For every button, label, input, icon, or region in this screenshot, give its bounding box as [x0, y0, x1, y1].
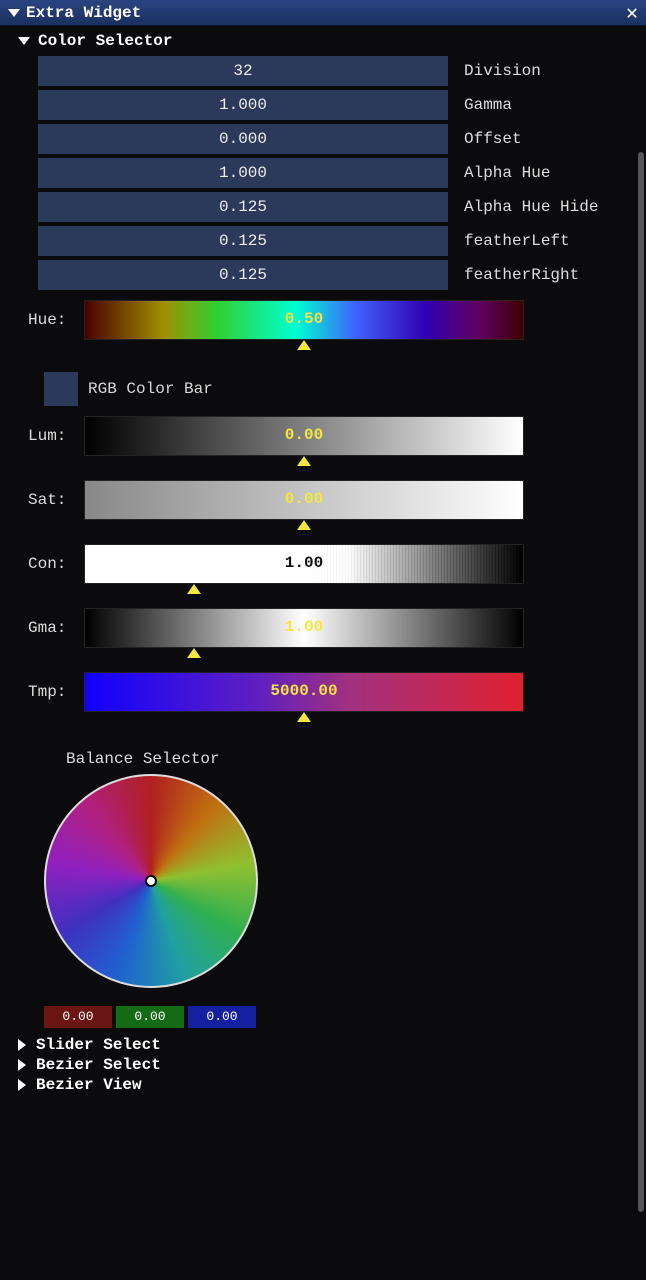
sat-label: Sat: [28, 491, 84, 509]
section-label: Color Selector [38, 32, 172, 50]
tmp-label: Tmp: [28, 683, 84, 701]
numeric-field-1[interactable]: 1.000 [38, 90, 448, 120]
lum-value: 0.00 [85, 426, 523, 444]
chevron-down-icon [18, 37, 30, 45]
section-collapsed-0[interactable]: Slider Select [18, 1036, 636, 1054]
balance-g[interactable]: 0.00 [116, 1006, 184, 1028]
numeric-field-6[interactable]: 0.125 [38, 260, 448, 290]
balance-b[interactable]: 0.00 [188, 1006, 256, 1028]
numeric-field-2[interactable]: 0.000 [38, 124, 448, 154]
scroll-thumb[interactable] [638, 152, 644, 1212]
collapse-icon[interactable] [8, 9, 20, 17]
balance-header: Balance Selector [66, 750, 636, 768]
section-label: Slider Select [36, 1036, 161, 1054]
tmp-slider[interactable]: 5000.00 [84, 672, 524, 712]
numeric-field-3[interactable]: 1.000 [38, 158, 448, 188]
numeric-field-4[interactable]: 0.125 [38, 192, 448, 222]
window-title: Extra Widget [26, 4, 626, 22]
balance-wheel[interactable] [44, 774, 258, 988]
tmp-marker[interactable] [297, 712, 311, 722]
lum-slider[interactable]: 0.00 [84, 416, 524, 456]
section-label: Bezier Select [36, 1056, 161, 1074]
sat-slider[interactable]: 0.00 [84, 480, 524, 520]
numeric-field-0[interactable]: 32 [38, 56, 448, 86]
lum-marker[interactable] [297, 456, 311, 466]
rgb-swatch[interactable] [44, 372, 78, 406]
numeric-label-3: Alpha Hue [464, 164, 550, 182]
chevron-right-icon [18, 1079, 26, 1091]
numeric-label-4: Alpha Hue Hide [464, 198, 598, 216]
scrollbar[interactable] [636, 32, 644, 1232]
con-slider[interactable]: 1.00 [84, 544, 524, 584]
numeric-label-6: featherRight [464, 266, 579, 284]
hue-slider[interactable]: 0.50 [84, 300, 524, 340]
chevron-right-icon [18, 1039, 26, 1051]
balance-r[interactable]: 0.00 [44, 1006, 112, 1028]
rgb-bar-label: RGB Color Bar [88, 380, 213, 398]
numeric-label-0: Division [464, 62, 541, 80]
numeric-label-1: Gamma [464, 96, 512, 114]
section-collapsed-2[interactable]: Bezier View [18, 1076, 636, 1094]
tmp-value: 5000.00 [85, 682, 523, 700]
window-titlebar: Extra Widget ✕ [0, 0, 646, 26]
numeric-field-5[interactable]: 0.125 [38, 226, 448, 256]
numeric-label-2: Offset [464, 130, 522, 148]
numeric-label-5: featherLeft [464, 232, 570, 250]
close-icon[interactable]: ✕ [626, 0, 638, 26]
lum-label: Lum: [28, 427, 84, 445]
section-label: Bezier View [36, 1076, 142, 1094]
gma-slider[interactable]: 1.00 [84, 608, 524, 648]
section-color-selector[interactable]: Color Selector [18, 32, 636, 50]
gma-marker[interactable] [187, 648, 201, 658]
sat-value: 0.00 [85, 490, 523, 508]
hue-value: 0.50 [85, 310, 523, 328]
section-collapsed-1[interactable]: Bezier Select [18, 1056, 636, 1074]
hue-label: Hue: [28, 311, 84, 329]
con-marker[interactable] [187, 584, 201, 594]
hue-marker[interactable] [297, 340, 311, 350]
con-label: Con: [28, 555, 84, 573]
gma-label: Gma: [28, 619, 84, 637]
sat-marker[interactable] [297, 520, 311, 530]
gma-value: 1.00 [85, 618, 523, 636]
chevron-right-icon [18, 1059, 26, 1071]
